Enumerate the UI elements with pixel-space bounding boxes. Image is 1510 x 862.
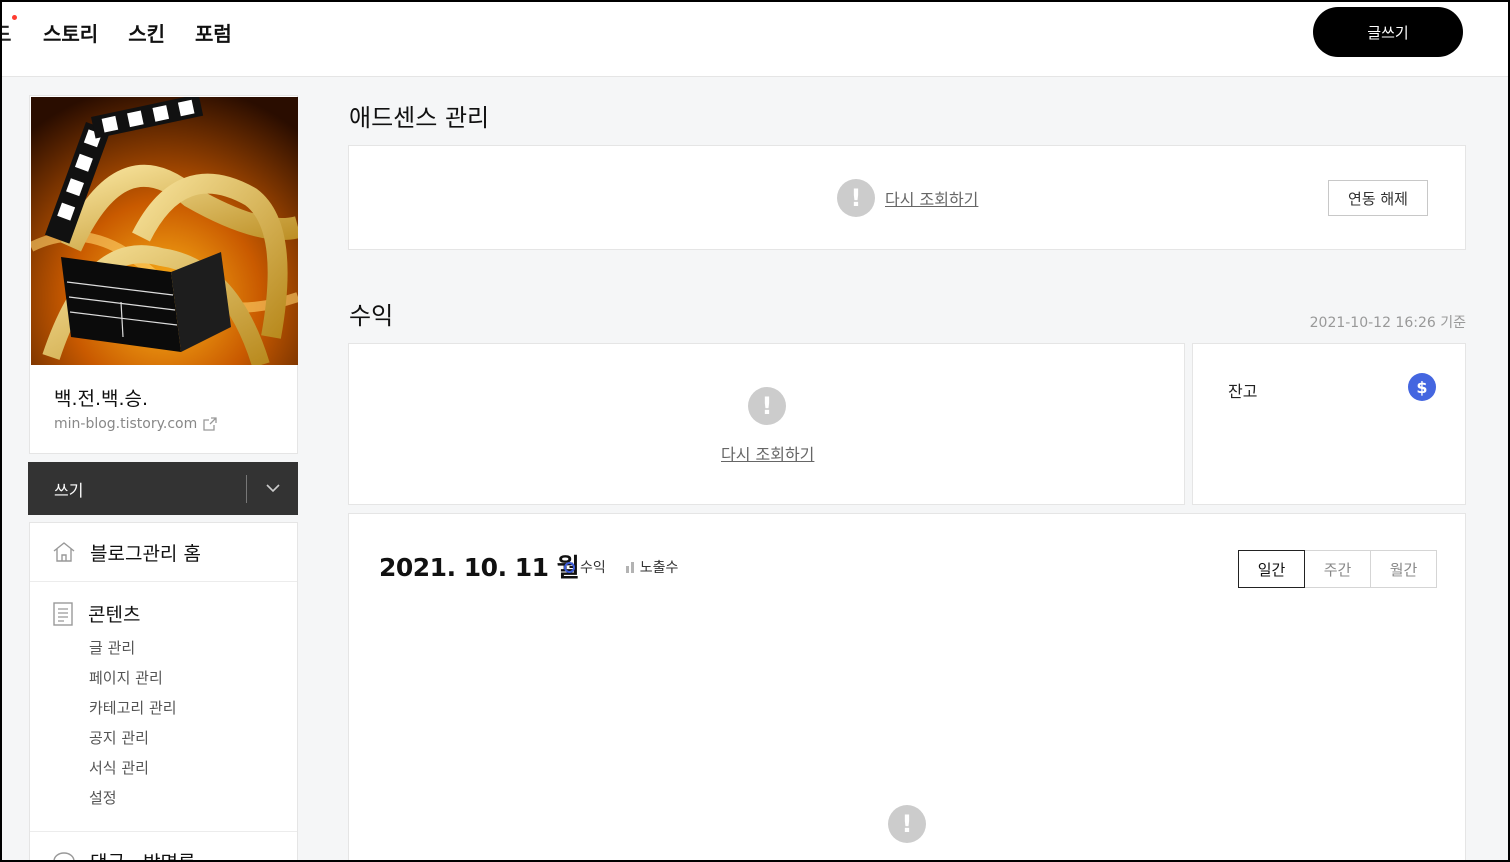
balance-label: 잔고 [1228, 382, 1258, 401]
revenue-timestamp: 2021-10-12 16:26 기준 [1309, 315, 1466, 331]
sidebar-item-category-manage[interactable]: 카테고리 관리 [89, 693, 297, 723]
chevron-down-icon [265, 484, 280, 493]
revenue-retry-link[interactable]: 다시 조회하기 [721, 441, 814, 465]
external-link-icon[interactable] [203, 417, 217, 431]
sidebar-item-page-manage[interactable]: 페이지 관리 [89, 663, 297, 693]
legend-impressions-label: 노출수 [639, 560, 679, 576]
legend-revenue-label: 수익 [580, 560, 606, 576]
top-header: 드 스토리 스킨 포럼 글쓰기 [0, 0, 1510, 77]
global-nav: 스토리 스킨 포럼 [43, 18, 262, 47]
sidebar-item-settings[interactable]: 설정 [89, 783, 297, 813]
comment-icon [53, 851, 75, 862]
period-tabs: 일간 주간 월간 [1238, 550, 1437, 588]
document-icon [53, 601, 73, 626]
chart-legend: 수익 노출수 [564, 557, 678, 577]
sidebar-section-label: 댓글 · 방명록 [90, 848, 196, 862]
sidebar-section-contents: 콘텐츠 글 관리 페이지 관리 카테고리 관리 공지 관리 서식 관리 설정 [30, 582, 297, 832]
warning-icon: ! [837, 179, 875, 217]
sidebar-section-label: 콘텐츠 [88, 604, 141, 626]
sidebar-menu: 블로그관리 홈 콘텐츠 글 관리 페이지 관리 카테고리 관리 공지 관리 서식… [29, 522, 298, 862]
revenue-status-card: ! 다시 조회하기 [348, 343, 1185, 505]
impressions-legend-icon [625, 561, 634, 573]
nav-item-partial[interactable]: 드 [0, 18, 11, 47]
balance-card: 잔고 $ [1192, 343, 1466, 505]
tab-daily[interactable]: 일간 [1238, 550, 1305, 588]
sidebar-item-notice-manage[interactable]: 공지 관리 [89, 723, 297, 753]
write-dropdown-toggle[interactable] [247, 462, 298, 515]
sidebar-item-contents[interactable]: 콘텐츠 [30, 600, 297, 627]
blog-name[interactable]: 백.전.백.승. [54, 384, 148, 411]
contents-submenu: 글 관리 페이지 관리 카테고리 관리 공지 관리 서식 관리 설정 [30, 633, 297, 813]
blog-url-link[interactable]: min-blog.tistory.com [54, 416, 217, 432]
revenue-legend-icon [564, 561, 575, 573]
adsense-retry-link[interactable]: 다시 조회하기 [885, 186, 978, 210]
write-button[interactable]: 쓰기 [28, 477, 246, 501]
sidebar-item-label: 블로그관리 홈 [90, 542, 201, 565]
tab-weekly[interactable]: 주간 [1304, 550, 1371, 588]
dollar-icon: $ [1408, 373, 1436, 401]
adsense-title: 애드센스 관리 [349, 104, 490, 132]
write-post-button[interactable]: 글쓰기 [1313, 7, 1463, 57]
unlink-button[interactable]: 연동 해제 [1328, 180, 1428, 216]
warning-icon: ! [748, 387, 786, 425]
blog-profile-image[interactable] [31, 97, 298, 365]
daily-stats-card: 2021. 10. 11 월 수익 노출수 일간 주간 월간 ! [348, 513, 1466, 862]
blog-profile-card: 백.전.백.승. min-blog.tistory.com [29, 95, 298, 454]
date-title: 2021. 10. 11 월 [379, 553, 580, 582]
sidebar-item-comments[interactable]: 댓글 · 방명록 [30, 832, 297, 862]
home-icon [53, 542, 75, 562]
adsense-status-card: ! 다시 조회하기 연동 해제 [348, 145, 1466, 250]
nav-item-skin[interactable]: 스킨 [128, 18, 165, 47]
nav-item-story[interactable]: 스토리 [43, 18, 98, 47]
tab-monthly[interactable]: 월간 [1370, 550, 1437, 588]
sidebar-item-post-manage[interactable]: 글 관리 [89, 633, 297, 663]
warning-icon: ! [888, 805, 926, 843]
notification-dot [12, 15, 17, 20]
blog-url-text[interactable]: min-blog.tistory.com [54, 416, 197, 432]
sidebar-item-home[interactable]: 블로그관리 홈 [30, 523, 297, 582]
nav-item-forum[interactable]: 포럼 [195, 18, 232, 47]
write-menu-bar: 쓰기 [28, 462, 298, 515]
revenue-title: 수익 [349, 302, 394, 330]
sidebar-item-template-manage[interactable]: 서식 관리 [89, 753, 297, 783]
